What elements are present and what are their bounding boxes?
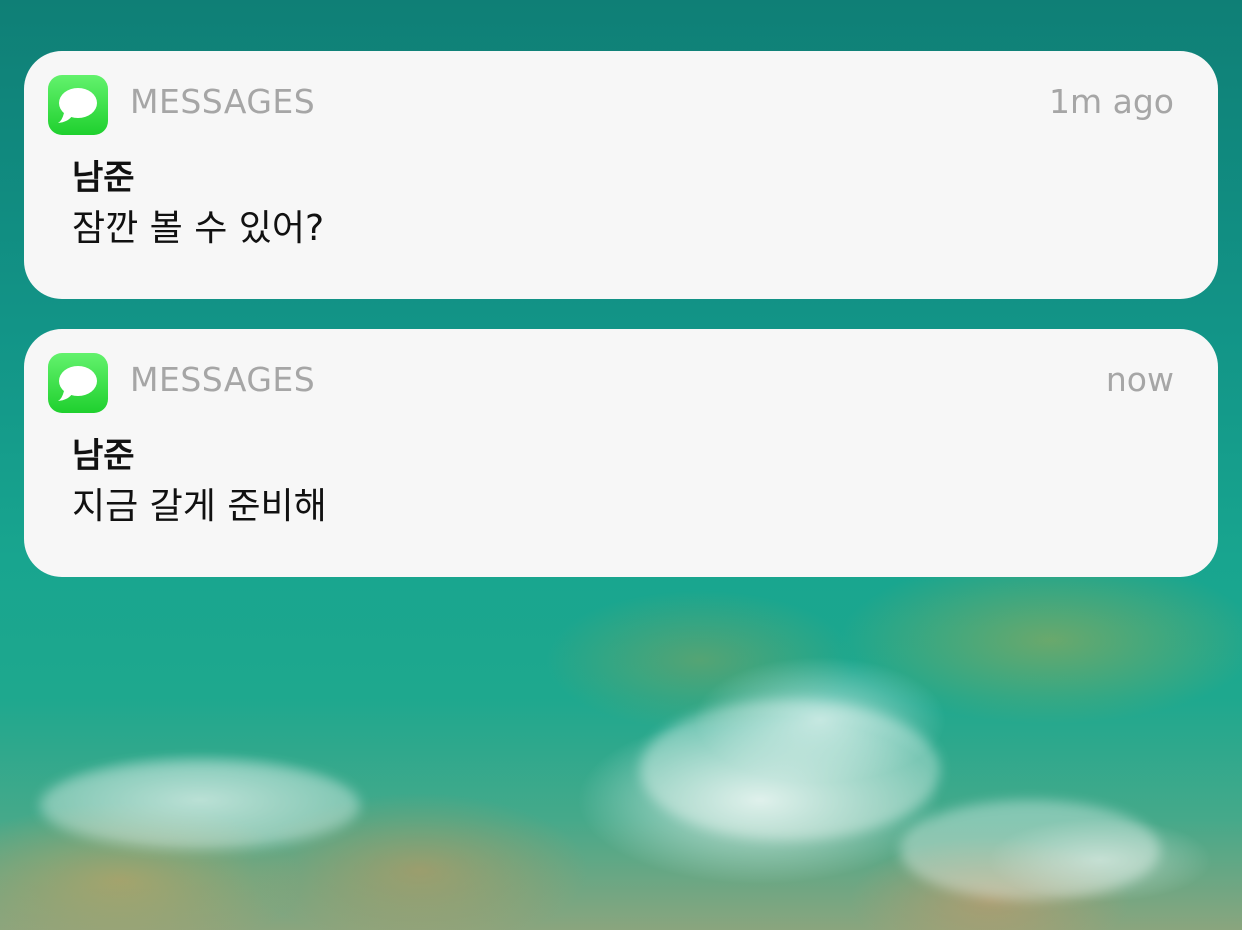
message-sender: 남준	[72, 158, 135, 198]
notification-time: now	[1105, 360, 1174, 399]
message-sender: 남준	[72, 436, 135, 476]
messages-app-icon	[48, 75, 108, 135]
notification-time: 1m ago	[1049, 82, 1174, 121]
wave-foam	[40, 760, 360, 850]
message-preview: 지금 갈게 준비해	[72, 486, 327, 527]
wave-foam	[900, 800, 1160, 900]
message-preview: 잠깐 볼 수 있어?	[72, 208, 325, 249]
app-name: MESSAGES	[130, 82, 316, 121]
notification-card[interactable]: MESSAGES 1m ago 남준 잠깐 볼 수 있어?	[24, 51, 1218, 299]
notification-card[interactable]: MESSAGES now 남준 지금 갈게 준비해	[24, 329, 1218, 577]
messages-app-icon	[48, 353, 108, 413]
wave-foam	[640, 700, 940, 840]
app-name: MESSAGES	[130, 360, 316, 399]
